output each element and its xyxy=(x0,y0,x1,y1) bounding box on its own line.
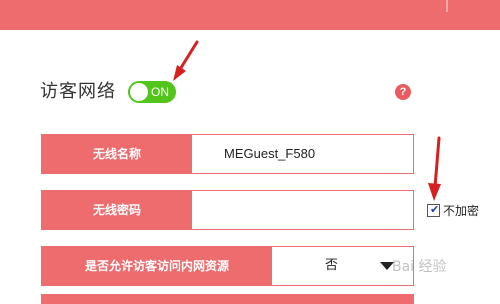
intranet-access-row: 是否允许访客访问内网资源 否 xyxy=(41,246,414,286)
arrow-annotation-icon xyxy=(428,136,441,201)
no-encrypt-label: 不加密 xyxy=(443,204,480,218)
toggle-knob xyxy=(130,83,148,101)
guest-network-title: 访客网络 xyxy=(40,81,116,102)
arrow-head xyxy=(173,65,186,81)
arrow-shaft xyxy=(177,40,199,73)
header-divider xyxy=(446,0,448,12)
intranet-access-select[interactable]: 否 xyxy=(325,247,338,285)
arrow-shaft xyxy=(433,136,441,189)
ssid-input[interactable]: MEGuest_F580 xyxy=(224,135,315,173)
watermark: Bai 经验 xyxy=(392,259,447,275)
top-header-bar xyxy=(0,0,500,30)
ssid-row: 无线名称 MEGuest_F580 xyxy=(41,134,414,174)
question-circle-icon[interactable]: ? xyxy=(395,84,411,100)
intranet-access-label: 是否允许访客访问内网资源 xyxy=(42,247,272,285)
toggle-state-label: ON xyxy=(151,85,169,99)
no-encrypt-checkbox[interactable]: ✔ xyxy=(427,204,440,217)
password-label: 无线密码 xyxy=(42,191,192,229)
arrow-head xyxy=(428,183,441,201)
guest-network-toggle[interactable]: ON xyxy=(128,81,176,103)
next-row-partial xyxy=(41,294,414,304)
password-input[interactable] xyxy=(193,191,413,229)
check-icon: ✔ xyxy=(430,203,440,216)
ssid-label: 无线名称 xyxy=(42,135,192,173)
password-row: 无线密码 xyxy=(41,190,414,230)
arrow-annotation-icon xyxy=(173,40,199,81)
